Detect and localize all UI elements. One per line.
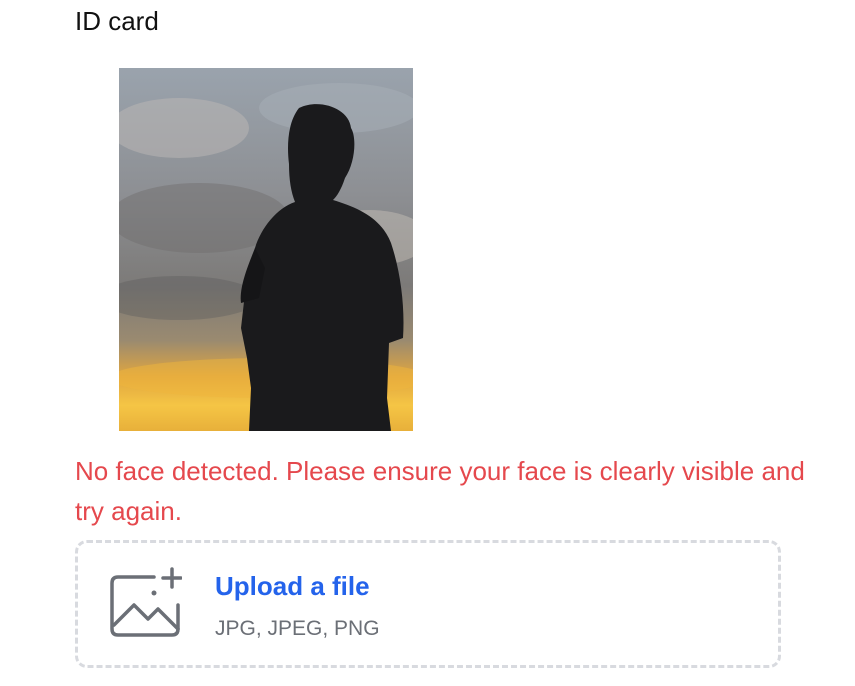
upload-file-link[interactable]: Upload a file <box>215 569 370 603</box>
error-message: No face detected. Please ensure your fac… <box>75 456 805 526</box>
silhouette-photo <box>119 68 413 431</box>
accepted-file-types: JPG, JPEG, PNG <box>215 617 380 640</box>
image-add-icon <box>108 565 183 641</box>
id-card-photo-preview <box>119 68 413 431</box>
file-dropzone[interactable]: Upload a file JPG, JPEG, PNG <box>75 540 781 668</box>
id-card-label: ID card <box>75 6 159 36</box>
